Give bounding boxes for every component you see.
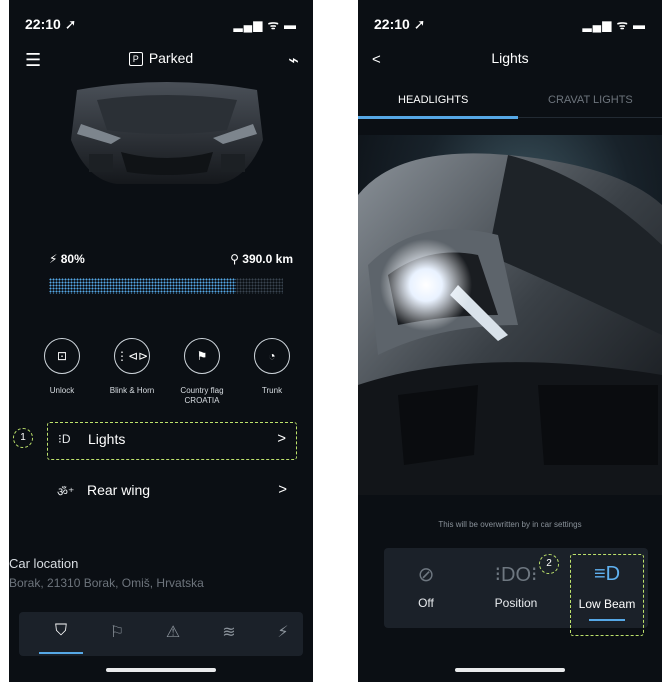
parked-status: P Parked xyxy=(9,50,313,66)
beam-mode-selector: ⊘ Off ⁝DO⁝ Position 2 ≡D Low Beam xyxy=(384,548,648,636)
car-location-title: Car location xyxy=(9,556,79,571)
low-beam-icon: ≡D xyxy=(593,563,621,585)
light-off-icon: ⊘ xyxy=(417,564,435,586)
rear-wing-label: Rear wing xyxy=(87,482,151,498)
mode-off-label: Off xyxy=(418,596,434,610)
lock-icon: ⊡ xyxy=(44,338,80,374)
active-tab-underline xyxy=(358,116,518,119)
parked-label: Parked xyxy=(148,50,194,66)
active-mode-indicator xyxy=(589,619,625,621)
home-indicator xyxy=(455,668,565,672)
active-tab-indicator xyxy=(39,652,83,654)
mode-low-beam[interactable]: ≡D Low Beam xyxy=(570,554,644,636)
blink-horn-label: Blink & Horn xyxy=(109,386,155,395)
lights-tabs: HEADLIGHTS CRAVAT LIGHTS xyxy=(358,92,662,119)
lights-row[interactable]: ⁝D Lights > xyxy=(47,422,297,460)
chevron-right-icon: > xyxy=(277,430,286,447)
top-header: < Lights xyxy=(358,50,662,74)
country-flag-label-line2: CROATIA xyxy=(184,396,220,405)
lights-screen: 22:10 ➚ ▂▄▆ ᯤ ▬ < Lights HEADLIGHTS CRAV… xyxy=(358,0,662,682)
annotation-badge-2: 2 xyxy=(539,554,559,574)
status-time: 22:10 ➚ xyxy=(25,16,77,32)
unlock-label: Unlock xyxy=(49,386,75,395)
tab-cravat-lights[interactable]: CRAVAT LIGHTS xyxy=(548,94,633,106)
flag-icon: ⚑ xyxy=(184,338,220,374)
mode-off[interactable]: ⊘ Off xyxy=(386,562,466,610)
tab-wind-icon[interactable]: ≋ xyxy=(209,622,249,642)
car-headlight-image xyxy=(358,135,662,495)
page-title: Lights xyxy=(491,50,529,66)
chevron-right-icon: > xyxy=(278,481,287,498)
quick-actions: ⊡ Unlock ⋮⊲⊳ Blink & Horn ⚑ Country flag… xyxy=(27,338,303,418)
home-indicator xyxy=(106,668,216,672)
signal-wifi-battery-icon: ▂▄▆ ᯤ ▬ xyxy=(582,18,646,32)
battery-percent: ⚡ 80% xyxy=(49,252,85,266)
activity-icon[interactable]: ⌁ xyxy=(288,50,299,70)
lights-label: Lights xyxy=(88,431,126,447)
rear-wing-icon: ॐ⁺ xyxy=(57,485,75,499)
battery-summary: ⚡ 80% ⚲ 390.0 km xyxy=(49,252,293,272)
bottom-tab-bar: ⛉ ⚐ ⚠ ≋ ⚡ xyxy=(19,612,303,656)
battery-level-empty xyxy=(236,278,283,294)
override-note: This will be overwritten by in car setti… xyxy=(438,520,582,529)
country-flag-label: Country flag CROATIA xyxy=(167,386,237,406)
tab-location-icon[interactable]: ⚠ xyxy=(153,622,193,642)
trunk-action[interactable]: ◔ Trunk xyxy=(237,338,307,396)
signal-wifi-battery-icon: ▂▄▆ ᯤ ▬ xyxy=(233,18,297,32)
tab-flag-icon[interactable]: ⚐ xyxy=(97,622,137,642)
battery-range: ⚲ 390.0 km xyxy=(230,252,293,266)
mode-position-label: Position xyxy=(494,596,538,610)
country-flag-label-line1: Country flag xyxy=(180,386,224,395)
unlock-action[interactable]: ⊡ Unlock xyxy=(27,338,97,396)
headlight-icon: ⁝D xyxy=(58,432,71,446)
annotation-badge-1: 1 xyxy=(13,428,33,448)
status-bar: 22:10 ➚ ▂▄▆ ᯤ ▬ xyxy=(358,14,662,34)
status-bar: 22:10 ➚ ▂▄▆ ᯤ ▬ xyxy=(9,14,313,34)
trunk-label: Trunk xyxy=(261,386,283,395)
top-header: ☰ P Parked ⌁ xyxy=(9,50,313,74)
rear-wing-row[interactable]: ॐ⁺ Rear wing > xyxy=(47,474,297,510)
status-time: 22:10 ➚ xyxy=(374,16,426,32)
battery-level-bar xyxy=(49,278,283,294)
mode-low-beam-label: Low Beam xyxy=(578,597,636,611)
car-overview-screen: 22:10 ➚ ▂▄▆ ᯤ ▬ ☰ P Parked ⌁ ⚡ 80% ⚲ 390.… xyxy=(9,0,313,682)
trunk-icon: ◔ xyxy=(254,338,290,374)
parking-icon: P xyxy=(128,52,143,66)
tab-home-icon[interactable]: ⛉ xyxy=(41,622,81,640)
car-front-image xyxy=(71,82,263,184)
blink-horn-action[interactable]: ⋮⊲⊳ Blink & Horn xyxy=(97,338,167,396)
tab-charge-icon[interactable]: ⚡ xyxy=(263,622,303,642)
horn-icon: ⋮⊲⊳ xyxy=(114,338,150,374)
car-location-address[interactable]: Borak, 21310 Borak, Omiš, Hrvatska xyxy=(9,576,204,590)
country-flag-action[interactable]: ⚑ Country flag CROATIA xyxy=(167,338,237,406)
tab-headlights[interactable]: HEADLIGHTS xyxy=(398,94,468,106)
